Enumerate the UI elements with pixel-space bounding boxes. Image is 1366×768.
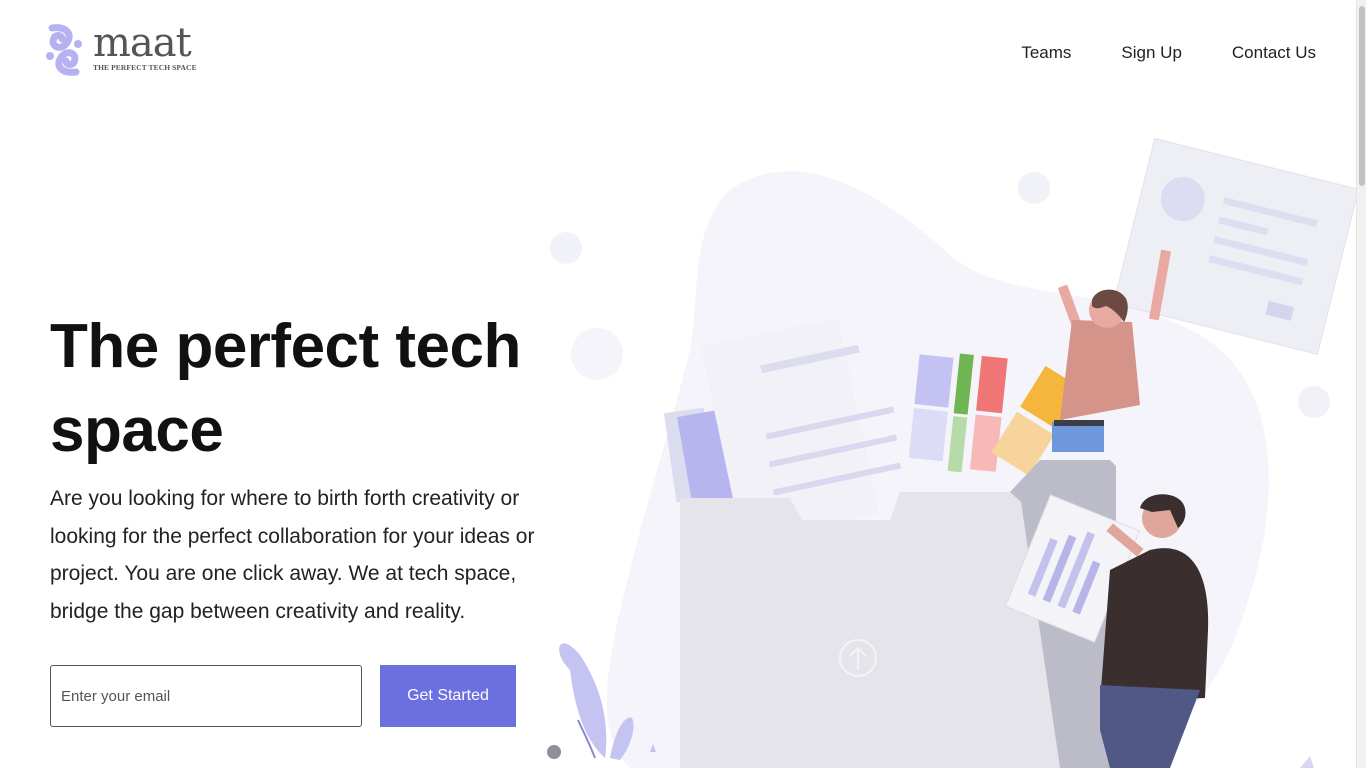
nav-link-sign-up[interactable]: Sign Up (1121, 43, 1181, 63)
page-scrollbar[interactable] (1356, 0, 1366, 768)
hero-title: The perfect tech space (50, 312, 521, 465)
email-input[interactable] (50, 665, 362, 727)
main-nav: Teams Sign Up Contact Us (971, 43, 1316, 63)
site-header: maat THE PERFECT TECH SPACE Teams Sign U… (0, 0, 1356, 100)
scrollbar-thumb[interactable] (1359, 6, 1365, 186)
people-collaborating-illustration (547, 137, 1356, 768)
nav-link-teams[interactable]: Teams (1021, 43, 1071, 63)
brand-logo[interactable]: maat THE PERFECT TECH SPACE (44, 20, 197, 76)
get-started-button[interactable]: Get Started (380, 665, 516, 727)
hero-description: Are you looking for where to birth forth… (50, 487, 535, 623)
brand-name: maat (93, 20, 192, 66)
brand-tagline: THE PERFECT TECH SPACE (93, 63, 197, 72)
nav-link-contact-us[interactable]: Contact Us (1232, 43, 1316, 63)
swirl-logo-icon (46, 24, 82, 76)
